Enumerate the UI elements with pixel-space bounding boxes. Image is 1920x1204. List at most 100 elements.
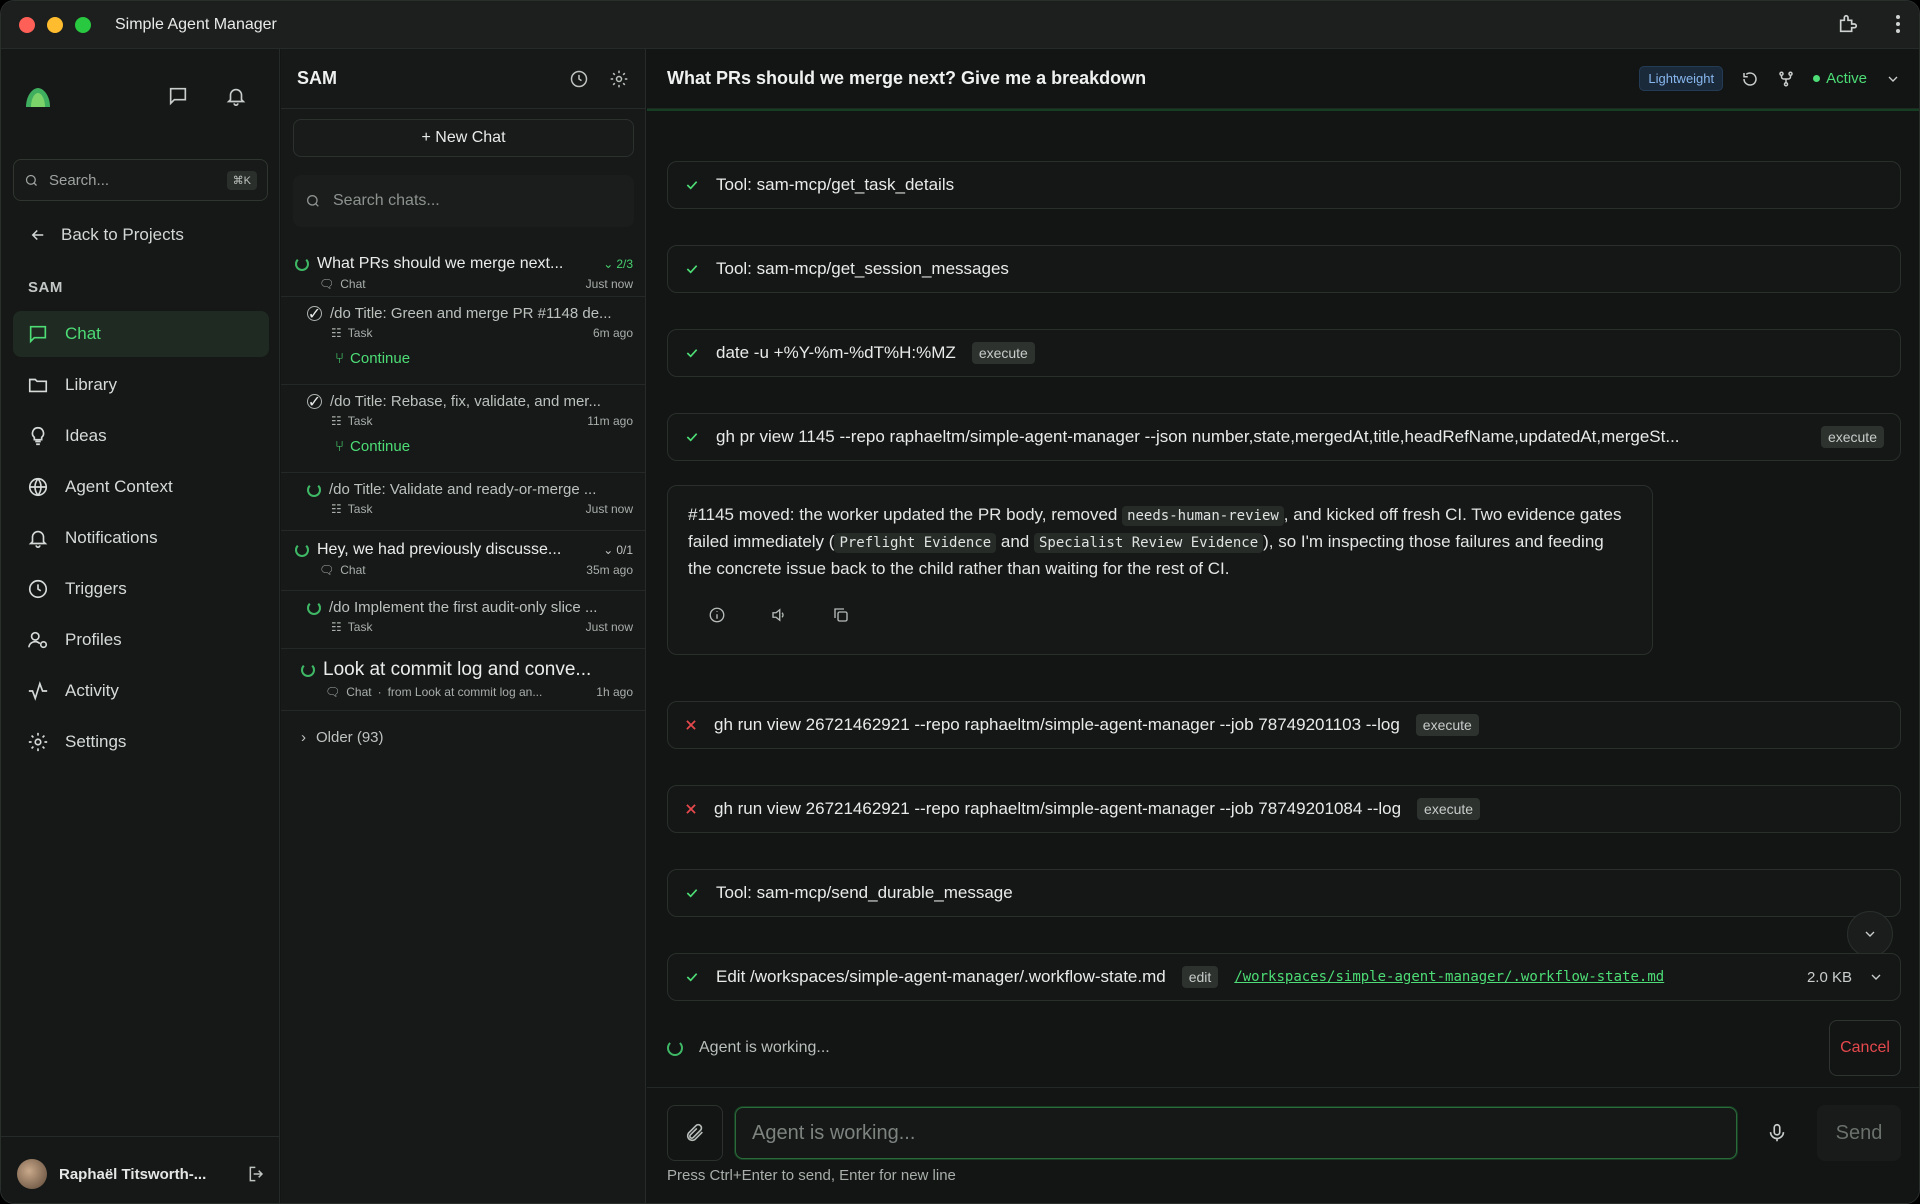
thread-item[interactable]: /do Title: Validate and ready-or-merge .… [281,473,645,531]
fork-icon[interactable] [1777,70,1795,88]
chat-search-input[interactable]: Search chats... [293,175,634,227]
thread-type: Task [347,414,373,428]
tool-call-row[interactable]: date -u +%Y-%m-%dT%H:%MZ execute [667,329,1901,377]
tool-call-row[interactable]: Tool: sam-mcp/send_durable_message [667,869,1901,917]
sidebar-item-label: Ideas [65,426,107,445]
tool-call-row[interactable]: gh run view 26721462921 --repo raphaeltm… [667,701,1901,749]
sidebar-item-notifications[interactable]: Notifications [13,515,269,561]
sidebar-nav: Chat Library Ideas Agent Context Notific… [13,311,269,770]
file-link[interactable]: /workspaces/simple-agent-manager/.workfl… [1234,969,1664,985]
error-x-icon [686,720,696,730]
continue-button[interactable]: ⑂ Continue [335,438,633,455]
global-search-input[interactable]: Search... ⌘K [13,159,268,201]
loading-spinner-icon [667,1040,683,1056]
tool-call-row[interactable]: Tool: sam-mcp/get_task_details [667,161,1901,209]
composer: Agent is working... Send [667,1105,1901,1161]
refresh-icon[interactable] [1741,70,1759,88]
chat-list-header: SAM [281,49,645,109]
minimize-window-button[interactable] [47,16,63,33]
inline-code: needs-human-review [1122,506,1284,526]
working-text: Agent is working... [699,1039,830,1056]
thread-title: What PRs should we merge next... [317,255,564,272]
window-title: Simple Agent Manager [115,15,277,33]
new-chat-button[interactable]: + New Chat [293,119,634,157]
thread-item[interactable]: ✓ /do Title: Green and merge PR #1148 de… [281,297,645,385]
thread-count[interactable]: ⌄ 2/3 [603,257,633,271]
thread-type: Chat [340,277,366,291]
sidebar-item-label: Triggers [65,579,127,598]
check-icon [686,973,698,982]
tool-call-row[interactable]: gh pr view 1145 --repo raphaeltm/simple-… [667,413,1901,461]
tool-call-text: date -u +%Y-%m-%dT%H:%MZ [716,343,956,362]
copy-icon[interactable] [832,606,850,624]
mode-badge[interactable]: Lightweight [1639,66,1724,91]
sidebar-item-profiles[interactable]: Profiles [13,617,269,663]
speaker-icon[interactable] [770,606,788,624]
back-label: Back to Projects [61,225,184,244]
back-to-projects-link[interactable]: Back to Projects [29,225,184,245]
thread-type: Task [347,502,373,516]
sidebar-item-library[interactable]: Library [13,362,269,408]
cancel-button[interactable]: Cancel [1829,1020,1901,1076]
thread-item[interactable]: /do Implement the first audit-only slice… [281,591,645,649]
thread-item[interactable]: ✓ /do Title: Rebase, fix, validate, and … [281,385,645,473]
thread-item[interactable]: What PRs should we merge next... ⌄ 2/3 🗨… [281,239,645,297]
check-icon [686,349,698,358]
sidebar-item-label: Library [65,375,117,394]
message-input-placeholder: Agent is working... [752,1121,916,1144]
bell-icon[interactable] [225,85,247,107]
scroll-down-button[interactable] [1847,911,1893,957]
send-button[interactable]: Send [1817,1105,1901,1161]
chat-search-placeholder: Search chats... [333,192,440,209]
message-input[interactable]: Agent is working... [735,1107,1737,1159]
gear-icon[interactable] [609,69,629,89]
composer-divider [647,1087,1919,1088]
tool-call-row[interactable]: Edit /workspaces/simple-agent-manager/.w… [667,953,1901,1001]
app-logo-icon[interactable] [23,85,53,111]
branch-icon: ⑂ [335,438,345,455]
sidebar-item-settings[interactable]: Settings [13,719,269,765]
thread-title: Look at commit log and conve... [323,659,592,680]
sidebar-item-activity[interactable]: Activity [13,668,269,714]
sidebar: Search... ⌘K Back to Projects SAM Chat L… [1,49,280,1203]
message-text: #1145 moved: the worker updated the PR b… [688,505,1123,524]
thread-title: /do Title: Validate and ready-or-merge .… [329,481,597,498]
maximize-window-button[interactable] [75,16,91,33]
close-window-button[interactable] [19,16,35,33]
older-threads-toggle[interactable]: › Older (93) [301,729,384,746]
more-vertical-icon[interactable] [1895,14,1901,34]
messages-icon[interactable] [167,85,189,107]
logout-icon[interactable] [247,1164,267,1184]
extension-icon[interactable] [1837,13,1859,35]
thread-item[interactable]: Look at commit log and conve... 🗨 Chat · fr… [281,649,645,711]
thread-item[interactable]: Hey, we had previously discusse... ⌄ 0/1… [281,531,645,591]
chevron-down-icon[interactable] [1868,969,1884,985]
sidebar-item-label: Chat [65,324,101,343]
thread-count[interactable]: ⌄ 0/1 [603,543,633,557]
user-profile[interactable]: Raphaël Titsworth-... [17,1159,267,1189]
chevron-down-icon[interactable] [1885,71,1901,87]
user-name: Raphaël Titsworth-... [59,1165,207,1183]
check-icon [686,265,698,274]
tool-tag: edit [1181,966,1219,988]
tool-call-row[interactable]: Tool: sam-mcp/get_session_messages [667,245,1901,293]
file-size: 2.0 KB [1806,968,1852,986]
sidebar-item-chat[interactable]: Chat [13,311,269,357]
attach-button[interactable] [667,1105,723,1161]
globe-icon [28,477,48,497]
sidebar-item-ideas[interactable]: Ideas [13,413,269,459]
global-search-placeholder: Search... [49,171,110,189]
history-icon[interactable] [569,69,589,89]
continue-button[interactable]: ⑂ Continue [335,350,633,367]
microphone-button[interactable] [1749,1122,1805,1144]
thread-list: What PRs should we merge next... ⌄ 2/3 🗨… [281,239,645,711]
sidebar-item-label: Settings [65,732,127,751]
chat-icon: 🗨 [319,563,335,577]
older-label: Older (93) [316,729,384,746]
sidebar-item-agent-context[interactable]: Agent Context [13,464,269,510]
sidebar-item-triggers[interactable]: Triggers [13,566,269,612]
clock-icon [28,579,48,599]
info-icon[interactable] [708,606,726,624]
chat-list-title: SAM [297,68,337,88]
tool-call-row[interactable]: gh run view 26721462921 --repo raphaeltm… [667,785,1901,833]
